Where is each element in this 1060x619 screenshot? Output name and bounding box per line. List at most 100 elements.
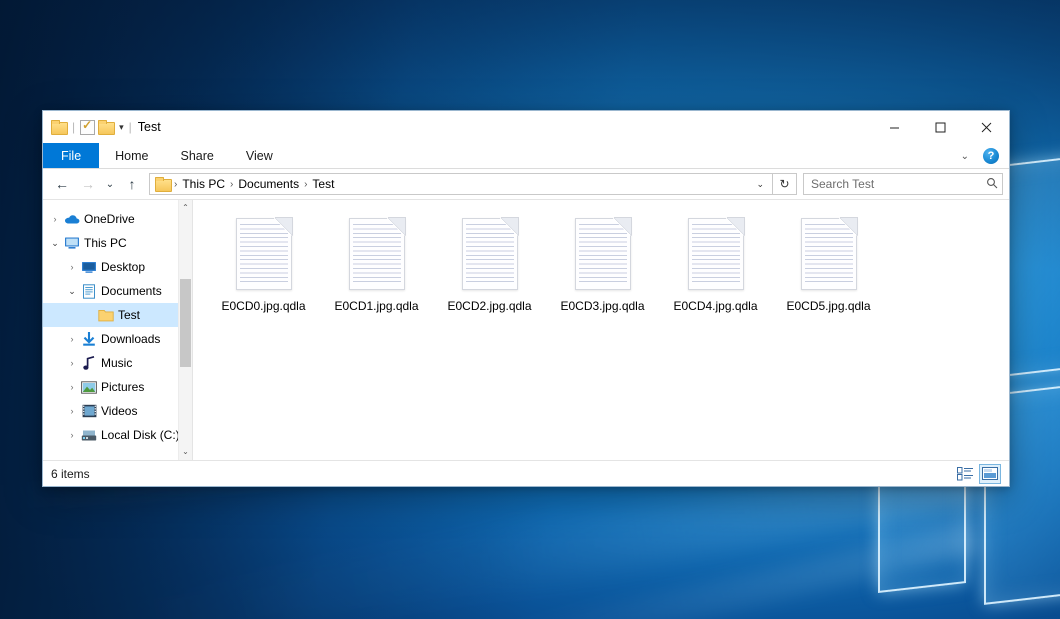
status-bar: 6 items xyxy=(43,460,1009,486)
tab-home[interactable]: Home xyxy=(99,143,164,168)
file-item[interactable]: E0CD1.jpg.qdla xyxy=(320,214,433,320)
breadcrumb-item-documents[interactable]: Documents xyxy=(234,177,303,191)
sidebar-scrollbar[interactable]: ⌃ ⌄ xyxy=(178,200,192,460)
sidebar-item-label: Music xyxy=(101,356,132,370)
sidebar-item-label: Desktop xyxy=(101,260,145,274)
breadcrumb[interactable]: › This PC › Documents › Test ⌄ xyxy=(149,173,773,195)
up-button[interactable]: ↑ xyxy=(119,172,145,196)
file-name-label: E0CD0.jpg.qdla xyxy=(221,299,305,314)
qat-divider: | xyxy=(72,120,75,134)
recent-locations-button[interactable]: ⌄ xyxy=(101,172,119,196)
window-controls xyxy=(871,111,1009,143)
desktop-icon xyxy=(80,260,98,274)
forward-button: → xyxy=(75,172,101,196)
chevron-down-icon[interactable]: ⌄ xyxy=(64,286,80,297)
music-note-icon xyxy=(80,356,98,371)
sidebar-item-downloads[interactable]: ›Downloads xyxy=(43,327,178,351)
maximize-button[interactable] xyxy=(917,111,963,143)
file-item[interactable]: E0CD5.jpg.qdla xyxy=(772,214,885,320)
generic-document-icon xyxy=(575,218,631,290)
navigation-pane: ›OneDrive⌄This PC›Desktop⌄DocumentsTest›… xyxy=(43,200,193,460)
file-name-label: E0CD1.jpg.qdla xyxy=(334,299,418,314)
large-icons-view-button[interactable] xyxy=(979,464,1001,484)
folder-icon xyxy=(97,309,115,322)
sidebar-item-desktop[interactable]: › Desktop xyxy=(43,255,178,279)
item-count-label: 6 items xyxy=(51,467,90,481)
chevron-down-icon[interactable]: ⌄ xyxy=(955,151,975,162)
chevron-down-icon[interactable]: ⌄ xyxy=(750,179,770,190)
desktop: | ▾ | Test File Home xyxy=(0,0,1060,619)
file-name-label: E0CD5.jpg.qdla xyxy=(786,299,870,314)
ribbon-tab-bar: File Home Share View ⌄ ? xyxy=(43,143,1009,169)
chevron-right-icon[interactable]: › xyxy=(64,430,80,440)
search-input[interactable]: Search Test xyxy=(811,177,986,191)
generic-document-icon xyxy=(462,218,518,290)
quick-access-toolbar: | ▾ | xyxy=(51,120,134,135)
file-explorer-window: | ▾ | Test File Home xyxy=(42,110,1010,487)
sidebar-item-label: Documents xyxy=(101,284,162,298)
window-body: ›OneDrive⌄This PC›Desktop⌄DocumentsTest›… xyxy=(43,199,1009,460)
this-pc-icon xyxy=(63,236,81,250)
address-bar: ← → ⌄ ↑ › This PC › Documents › Test ⌄ ↻… xyxy=(43,169,1009,199)
window-title: Test xyxy=(138,120,161,134)
qat-divider-2: | xyxy=(129,120,132,134)
file-item[interactable]: E0CD4.jpg.qdla xyxy=(659,214,772,320)
refresh-button[interactable]: ↻ xyxy=(773,173,797,195)
documents-icon xyxy=(80,284,98,299)
hard-drive-icon xyxy=(80,429,98,442)
close-button[interactable] xyxy=(963,111,1009,143)
new-folder-icon[interactable] xyxy=(98,120,114,134)
file-item[interactable]: E0CD0.jpg.qdla xyxy=(207,214,320,320)
search-icon[interactable] xyxy=(986,177,998,192)
sidebar-item-pictures[interactable]: › Pictures xyxy=(43,375,178,399)
properties-icon[interactable] xyxy=(80,120,95,135)
breadcrumb-item-this-pc[interactable]: This PC xyxy=(178,177,229,191)
file-name-label: E0CD4.jpg.qdla xyxy=(673,299,757,314)
file-name-label: E0CD2.jpg.qdla xyxy=(447,299,531,314)
sidebar-item-music[interactable]: › Music xyxy=(43,351,178,375)
back-button[interactable]: ← xyxy=(49,172,75,196)
folder-tree: ›OneDrive⌄This PC›Desktop⌄DocumentsTest›… xyxy=(43,200,178,460)
sidebar-item-onedrive[interactable]: › OneDrive xyxy=(43,207,178,231)
videos-film-icon xyxy=(80,404,98,418)
help-icon[interactable]: ? xyxy=(983,148,999,164)
chevron-down-icon[interactable]: ⌄ xyxy=(47,238,63,249)
file-item[interactable]: E0CD3.jpg.qdla xyxy=(546,214,659,320)
sidebar-item-local-disk-c[interactable]: ›Local Disk (C:) xyxy=(43,423,178,447)
file-grid: E0CD0.jpg.qdla E0CD1.jpg.qdla E0CD2.jpg.qd… xyxy=(193,200,1009,320)
sidebar-item-label: Videos xyxy=(101,404,137,418)
tab-view[interactable]: View xyxy=(230,143,289,168)
scrollbar-track[interactable] xyxy=(179,215,192,445)
chevron-right-icon[interactable]: › xyxy=(64,262,80,272)
minimize-button[interactable] xyxy=(871,111,917,143)
chevron-right-icon[interactable]: › xyxy=(64,334,80,344)
search-box[interactable]: Search Test xyxy=(803,173,1003,195)
sidebar-item-videos[interactable]: › Videos xyxy=(43,399,178,423)
tab-share[interactable]: Share xyxy=(165,143,230,168)
sidebar-item-label: OneDrive xyxy=(84,212,135,226)
downloads-icon xyxy=(80,332,98,347)
chevron-right-icon[interactable]: › xyxy=(64,358,80,368)
tab-file[interactable]: File xyxy=(43,143,99,168)
chevron-right-icon[interactable]: › xyxy=(64,382,80,392)
generic-document-icon xyxy=(349,218,405,290)
sidebar-item-test[interactable]: Test xyxy=(43,303,178,327)
sidebar-item-label: Pictures xyxy=(101,380,144,394)
scroll-up-arrow-icon[interactable]: ⌃ xyxy=(182,201,189,215)
chevron-down-icon[interactable]: ▾ xyxy=(119,123,124,132)
chevron-right-icon[interactable]: › xyxy=(47,214,63,224)
sidebar-item-this-pc[interactable]: ⌄This PC xyxy=(43,231,178,255)
scroll-down-arrow-icon[interactable]: ⌄ xyxy=(182,445,189,459)
folder-icon[interactable] xyxy=(51,120,67,134)
file-item[interactable]: E0CD2.jpg.qdla xyxy=(433,214,546,320)
title-bar: | ▾ | Test xyxy=(43,111,1009,143)
onedrive-cloud-icon xyxy=(63,213,81,225)
chevron-right-icon[interactable]: › xyxy=(64,406,80,416)
details-view-button[interactable] xyxy=(954,464,976,484)
scrollbar-thumb[interactable] xyxy=(180,279,191,366)
breadcrumb-item-test[interactable]: Test xyxy=(308,177,338,191)
sidebar-item-documents[interactable]: ⌄ Documents xyxy=(43,279,178,303)
pictures-icon xyxy=(80,381,98,394)
file-list-pane[interactable]: E0CD0.jpg.qdla E0CD1.jpg.qdla E0CD2.jpg.qd… xyxy=(193,200,1009,460)
generic-document-icon xyxy=(801,218,857,290)
